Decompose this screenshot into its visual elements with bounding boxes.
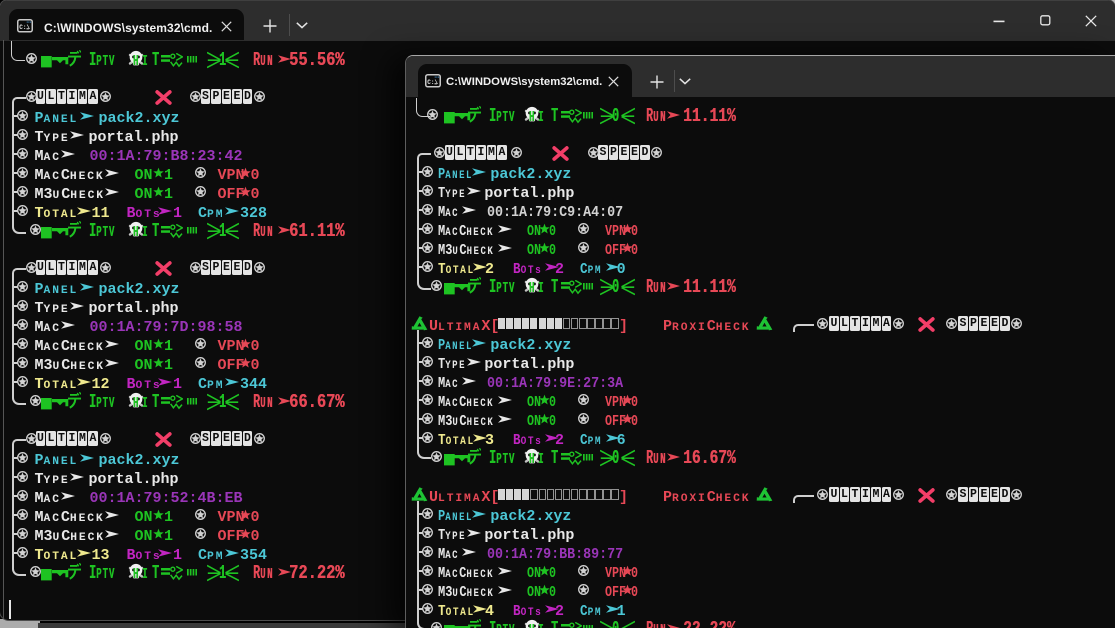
svg-text:C:\: C:\ [427, 79, 438, 86]
svg-text:C:\: C:\ [19, 24, 30, 31]
